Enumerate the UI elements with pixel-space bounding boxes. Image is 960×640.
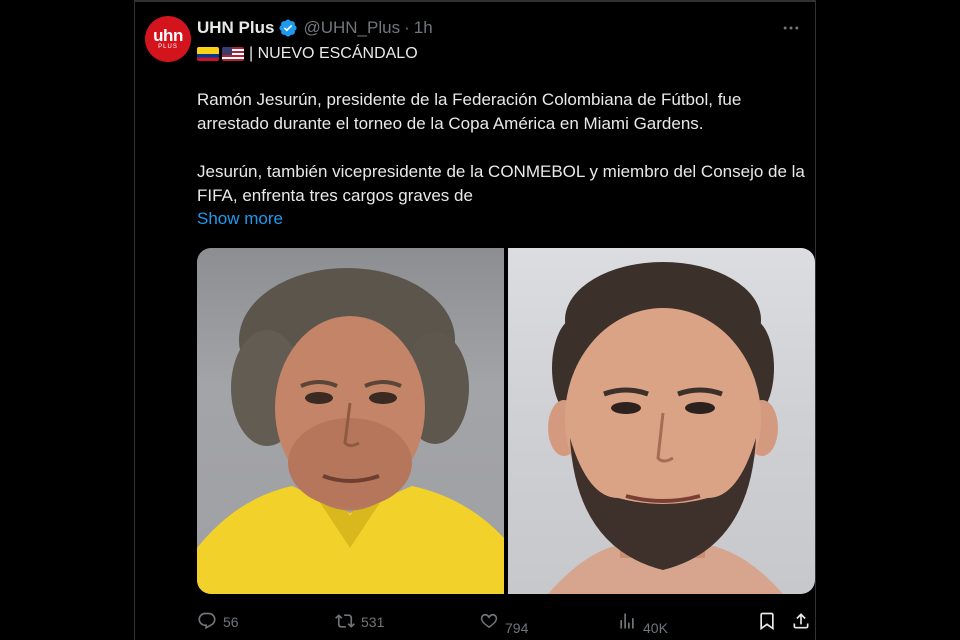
views-chart-icon <box>617 611 637 634</box>
like-count: 794 <box>505 620 529 636</box>
avatar-logo-text: uhn <box>153 25 183 45</box>
tweet-card[interactable]: uhn PLUS UHN Plus @UHN_Plus · 1h | NUEVO… <box>134 0 816 640</box>
screen: uhn PLUS UHN Plus @UHN_Plus · 1h | NUEVO… <box>0 0 960 640</box>
verified-badge-icon <box>278 18 298 38</box>
share-icon <box>791 611 811 634</box>
mugshot-left-illustration <box>197 268 504 594</box>
share-button[interactable] <box>791 607 811 637</box>
separator-dot: · <box>404 18 410 37</box>
photo-right[interactable] <box>508 248 815 594</box>
reply-icon <box>197 611 217 634</box>
timestamp[interactable]: 1h <box>414 18 433 38</box>
photo-left[interactable] <box>197 248 504 594</box>
repost-icon <box>335 611 355 634</box>
like-button[interactable]: 794 <box>479 607 528 637</box>
more-horizontal-icon[interactable] <box>779 17 803 39</box>
tweet-body: Ramón Jesurún, presidente de la Federaci… <box>197 88 807 208</box>
mugshot-right-illustration <box>548 262 783 594</box>
views-button[interactable]: 40K <box>617 607 668 637</box>
tweet-paragraph-2: Jesurún, también vicepresidente de la CO… <box>197 162 805 205</box>
display-name[interactable]: UHN Plus <box>197 18 274 38</box>
action-bar: 56 531 794 40K <box>197 607 809 637</box>
subtitle-text: | NUEVO ESCÁNDALO <box>249 45 418 62</box>
usa-flag-icon <box>222 47 244 61</box>
divider <box>135 0 815 2</box>
views-count: 40K <box>643 620 668 636</box>
repost-count: 531 <box>361 614 385 630</box>
media-grid <box>197 248 815 594</box>
avatar[interactable]: uhn PLUS <box>145 16 191 62</box>
bookmark-icon <box>757 611 777 634</box>
tweet-paragraph-1: Ramón Jesurún, presidente de la Federaci… <box>197 90 742 133</box>
reply-button[interactable]: 56 <box>197 607 239 637</box>
show-more-link[interactable]: Show more <box>197 209 283 229</box>
avatar-logo-subtext: PLUS <box>158 43 178 50</box>
repost-button[interactable]: 531 <box>335 607 384 637</box>
colombia-flag-icon <box>197 47 219 61</box>
reply-count: 56 <box>223 614 239 630</box>
heart-icon <box>479 611 499 634</box>
tweet-header: UHN Plus @UHN_Plus · 1h <box>197 17 803 39</box>
user-handle[interactable]: @UHN_Plus <box>303 18 400 38</box>
bookmark-button[interactable] <box>757 607 777 637</box>
tweet-subtitle: | NUEVO ESCÁNDALO <box>197 43 418 65</box>
